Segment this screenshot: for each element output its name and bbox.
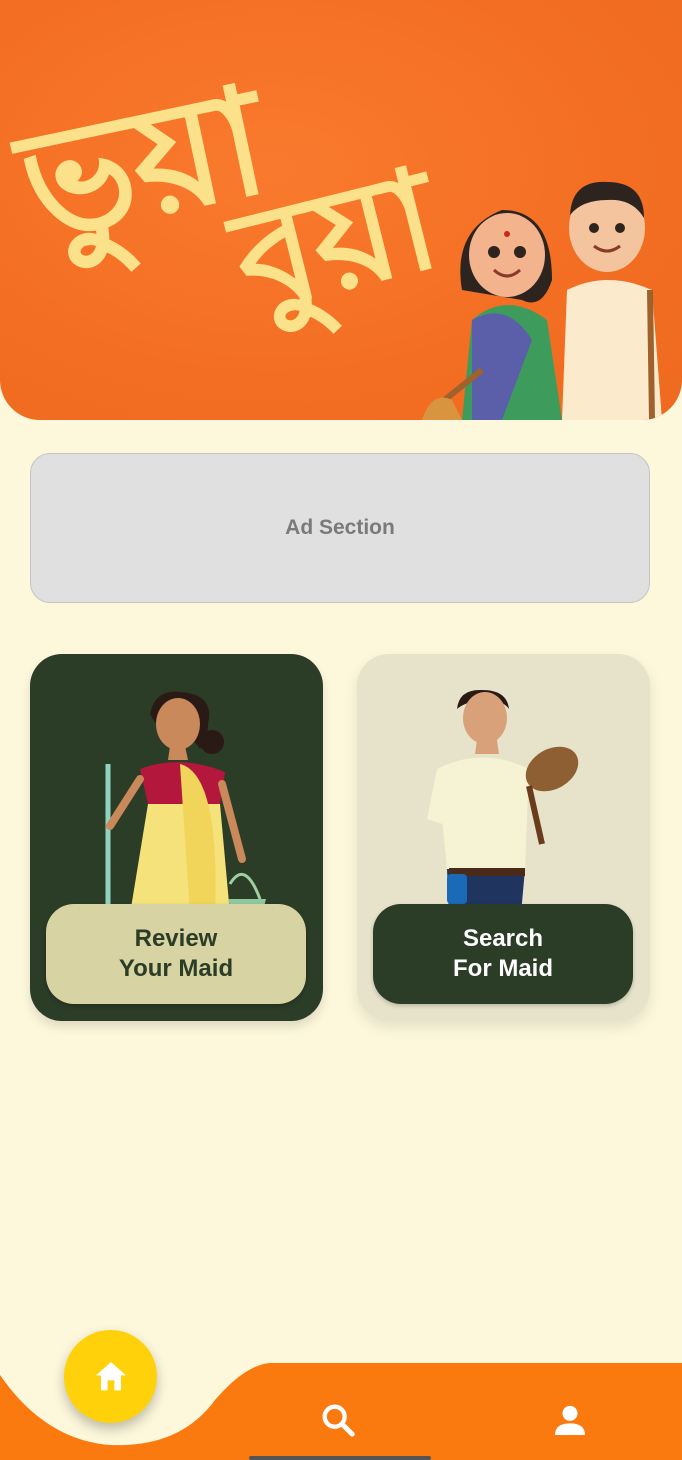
- search-button-line2: For Maid: [453, 955, 553, 982]
- search-button-line1: Search: [462, 925, 544, 952]
- review-your-maid-button[interactable]: Review Your Maid: [46, 904, 306, 1004]
- man-with-duster-illustration: [427, 689, 579, 914]
- search-nav-button[interactable]: [318, 1400, 358, 1440]
- review-maid-card[interactable]: Review Your Maid: [30, 654, 323, 1021]
- review-button-line2: Your Maid: [118, 955, 234, 982]
- ad-section[interactable]: Ad Section: [30, 453, 650, 603]
- search-maid-card[interactable]: Search For Maid: [357, 654, 650, 1021]
- gesture-bar: [249, 1456, 431, 1460]
- couple-illustration: [422, 181, 662, 420]
- home-icon: [95, 1361, 126, 1390]
- profile-nav-button[interactable]: [550, 1400, 590, 1440]
- search-for-maid-button[interactable]: Search For Maid: [373, 904, 633, 1004]
- maid-woman-illustration: [105, 691, 266, 914]
- hero-banner: ভুয়া বুয়া: [0, 0, 682, 420]
- ad-section-label: Ad Section: [285, 516, 395, 539]
- profile-icon: [555, 1405, 585, 1435]
- search-icon: [322, 1404, 355, 1437]
- review-button-line1: Review: [134, 925, 218, 952]
- home-nav-button[interactable]: [64, 1330, 157, 1423]
